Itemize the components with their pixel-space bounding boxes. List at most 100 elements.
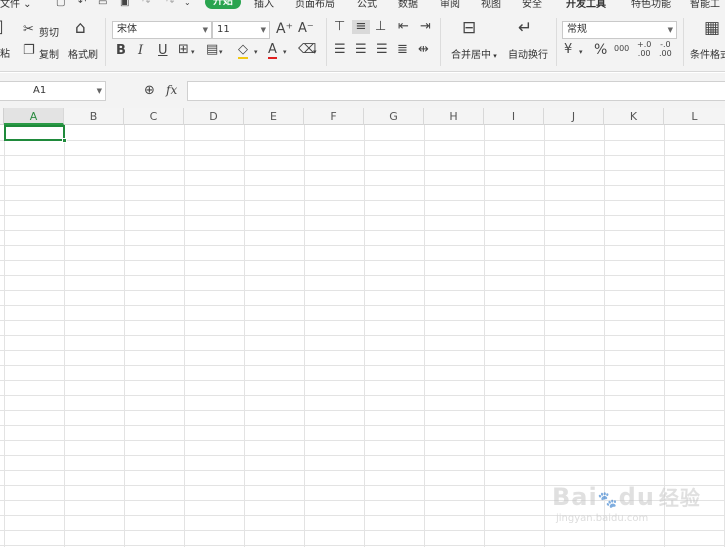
redo-arrow-icon[interactable]: ↷: [166, 0, 174, 10]
align-right-icon[interactable]: ☰: [376, 43, 388, 57]
save-icon[interactable]: ▢: [56, 0, 65, 10]
currency-icon[interactable]: ¥: [564, 43, 572, 57]
row-gridline: [0, 170, 725, 171]
cut-button[interactable]: 剪切: [39, 24, 59, 39]
merge-center-icon[interactable]: ⊟: [462, 20, 476, 37]
column-header-g[interactable]: G: [364, 108, 424, 125]
paste-button[interactable]: 粘: [0, 45, 10, 60]
formula-input[interactable]: [187, 81, 725, 101]
ribbon-divider: [440, 18, 441, 66]
watermark-brand2: du: [618, 483, 655, 511]
column-header-a[interactable]: A: [4, 108, 64, 125]
name-box[interactable]: A1 ▼: [0, 81, 106, 101]
tab-view[interactable]: 视图: [481, 0, 501, 10]
decrease-font-icon[interactable]: A⁻: [298, 22, 314, 36]
tab-formulas[interactable]: 公式: [357, 0, 377, 10]
tab-smart-tools[interactable]: 智能工: [690, 0, 720, 10]
font-size-select[interactable]: 11 ▼: [212, 21, 270, 39]
row-gridline: [0, 410, 725, 411]
undo-icon[interactable]: ↶: [78, 0, 86, 10]
increase-indent-icon[interactable]: ⇥: [420, 20, 431, 34]
column-header-b[interactable]: B: [64, 108, 124, 125]
italic-button[interactable]: I: [138, 44, 143, 58]
border-icon[interactable]: ⊞: [178, 43, 189, 57]
format-painter-icon[interactable]: ⌂: [75, 20, 86, 37]
number-format-select[interactable]: 常规 ▼: [562, 21, 677, 39]
tab-special-features[interactable]: 特色功能: [631, 0, 671, 10]
align-left-icon[interactable]: ☰: [334, 43, 346, 57]
tab-review[interactable]: 审阅: [440, 0, 460, 10]
print-icon[interactable]: ▭: [98, 0, 107, 10]
chevron-down-icon[interactable]: ▾: [313, 45, 317, 59]
ribbon-divider: [105, 18, 106, 66]
column-header-f[interactable]: F: [304, 108, 364, 125]
wrap-text-icon[interactable]: ↵: [518, 20, 532, 37]
conditional-format-button[interactable]: 条件格式: [690, 46, 725, 61]
wrap-text-button[interactable]: 自动换行: [508, 46, 548, 61]
chevron-down-icon[interactable]: ▾: [254, 45, 258, 59]
copy-icon[interactable]: ❐: [23, 44, 35, 58]
format-painter-button[interactable]: 格式刷: [68, 46, 98, 61]
chevron-down-icon: ▼: [667, 26, 673, 34]
row-gridline: [0, 320, 725, 321]
column-header-j[interactable]: J: [544, 108, 604, 125]
fill-handle[interactable]: [62, 138, 67, 143]
column-header-h[interactable]: H: [424, 108, 484, 125]
fill-color-icon[interactable]: ◇: [238, 43, 248, 59]
percent-button[interactable]: %: [594, 43, 607, 57]
increase-font-icon[interactable]: A⁺: [276, 22, 293, 36]
tab-home[interactable]: 开始: [205, 0, 241, 9]
column-header-c[interactable]: C: [124, 108, 184, 125]
chevron-down-icon[interactable]: ▾: [219, 45, 223, 59]
print-preview-icon[interactable]: ▣: [120, 0, 129, 10]
column-header-e[interactable]: E: [244, 108, 304, 125]
chevron-down-icon[interactable]: ▾: [579, 45, 583, 59]
underline-button[interactable]: U: [158, 44, 168, 58]
bold-button[interactable]: B: [116, 44, 126, 58]
row-gridline: [0, 185, 725, 186]
chevron-down-icon[interactable]: ▾: [283, 45, 287, 59]
paste-icon[interactable]: ▯: [0, 18, 4, 36]
font-name-select[interactable]: 宋体 ▼: [112, 21, 212, 39]
cell-format-icon[interactable]: ▤: [206, 43, 218, 57]
menu-file[interactable]: 文件 ⌄: [0, 0, 32, 10]
justify-icon[interactable]: ≣: [397, 43, 408, 57]
zoom-icon[interactable]: ⊕: [144, 84, 155, 98]
align-center-icon[interactable]: ☰: [355, 43, 367, 57]
tab-page-layout[interactable]: 页面布局: [295, 0, 335, 10]
font-color-button[interactable]: A: [268, 43, 277, 59]
selected-cell-a1[interactable]: [4, 125, 65, 141]
customize-toolbar-icon[interactable]: ⌄: [184, 0, 191, 10]
tab-data[interactable]: 数据: [398, 0, 418, 10]
align-top-icon[interactable]: ⊤: [334, 20, 345, 34]
align-middle-icon[interactable]: ≡: [352, 20, 370, 34]
copy-button[interactable]: 复制: [39, 46, 59, 61]
decrease-decimal-button[interactable]: -.0 .00: [659, 40, 672, 58]
row-gridline: [0, 365, 725, 366]
tab-developer[interactable]: 开发工具: [566, 0, 606, 10]
increase-decimal-button[interactable]: +.0 .00: [637, 40, 651, 58]
tab-insert[interactable]: 插入: [254, 0, 274, 10]
column-header-i[interactable]: I: [484, 108, 544, 125]
scissors-icon[interactable]: ✂: [23, 23, 34, 37]
chevron-down-icon[interactable]: ▾: [191, 45, 195, 59]
distributed-align-icon[interactable]: ⇹: [418, 43, 429, 57]
insert-function-button[interactable]: fx: [166, 83, 177, 97]
thousands-separator-button[interactable]: 000: [614, 42, 629, 56]
column-header-d[interactable]: D: [184, 108, 244, 125]
paw-icon: 🐾: [597, 490, 619, 509]
decrease-indent-icon[interactable]: ⇤: [398, 20, 409, 34]
merge-center-label: 合并居中: [451, 50, 491, 61]
row-gridline: [0, 140, 725, 141]
conditional-format-icon[interactable]: ▦: [704, 20, 720, 37]
align-bottom-icon[interactable]: ⊥: [375, 20, 386, 34]
column-header-l[interactable]: L: [664, 108, 725, 125]
tab-security[interactable]: 安全: [522, 0, 542, 10]
column-header-row: A B C D E F G H I J K L: [0, 108, 725, 125]
column-gridline: [184, 125, 185, 547]
column-header-k[interactable]: K: [604, 108, 664, 125]
merge-center-button[interactable]: 合并居中 ▾: [451, 46, 497, 61]
redo-icon[interactable]: ↷: [142, 0, 150, 10]
row-gridline: [0, 380, 725, 381]
watermark-url: jingyan.baidu.com: [556, 513, 649, 524]
